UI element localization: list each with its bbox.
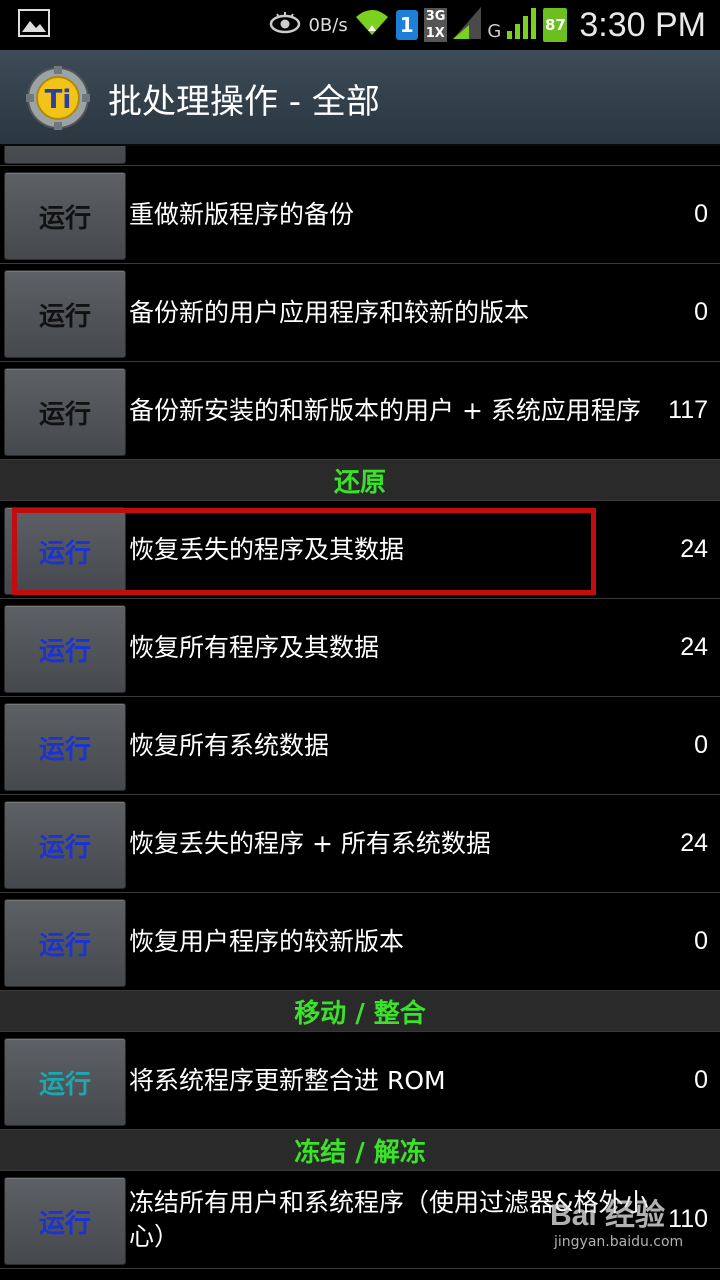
action-label: 备份新安装的和新版本的用户 + 系统应用程序 xyxy=(129,395,641,425)
titanium-backup-logo-icon[interactable]: Ti xyxy=(26,66,90,134)
item-count: 117 xyxy=(668,396,708,424)
signal-icon-2 xyxy=(507,7,537,43)
batch-actions-list: 运行 运行 重做新版程序的备份 0 运行 备份新的用户应用程序和较新的版本 0 … xyxy=(0,146,720,1269)
run-button[interactable]: 运行 xyxy=(4,172,126,260)
section-header-freeze: 冻结 / 解冻 xyxy=(0,1130,720,1171)
list-item: 运行 恢复用户程序的较新版本 0 xyxy=(0,893,720,991)
action-bar: Ti 批处理操作 - 全部 xyxy=(0,50,720,146)
run-button[interactable]: 运行 xyxy=(4,146,126,164)
action-label: 恢复丢失的程序及其数据 xyxy=(129,534,405,564)
signal-icon-1 xyxy=(453,7,482,43)
list-item: 运行 重做新版程序的备份 0 xyxy=(0,166,720,264)
section-header-restore: 还原 xyxy=(0,460,720,501)
page-title: 批处理操作 - 全部 xyxy=(108,82,380,122)
list-item: 运行 恢复丢失的程序及其数据 24 xyxy=(0,501,720,599)
list-item: 运行 恢复所有系统数据 0 xyxy=(0,697,720,795)
wifi-icon xyxy=(354,7,390,43)
item-count: 0 xyxy=(694,200,708,228)
list-item: 运行 恢复丢失的程序 + 所有系统数据 24 xyxy=(0,795,720,893)
item-count: 0 xyxy=(694,927,708,955)
action-label: 重做新版程序的备份 xyxy=(129,199,355,229)
run-button[interactable]: 运行 xyxy=(4,899,126,987)
status-bar: 0B/s 1 3G 1X G 87 3:30 PM xyxy=(0,0,720,50)
item-count: 24 xyxy=(680,535,708,563)
list-item: 运行 将系统程序更新整合进 ROM 0 xyxy=(0,1032,720,1130)
list-item: 运行 xyxy=(0,146,720,166)
section-header-move: 移动 / 整合 xyxy=(0,991,720,1032)
action-label: 备份新的用户应用程序和较新的版本 xyxy=(129,297,530,327)
item-count: 0 xyxy=(694,298,708,326)
action-label: 恢复所有系统数据 xyxy=(129,730,330,760)
run-button[interactable]: 运行 xyxy=(4,270,126,358)
item-count: 24 xyxy=(680,829,708,857)
action-label: 恢复用户程序的较新版本 xyxy=(129,926,405,956)
run-button[interactable]: 运行 xyxy=(4,1177,126,1265)
action-label: 恢复所有程序及其数据 xyxy=(129,632,380,662)
gallery-notification-icon xyxy=(18,9,50,41)
run-button[interactable]: 运行 xyxy=(4,605,126,693)
watermark-url: jingyan.baidu.com xyxy=(554,1234,684,1250)
run-button[interactable]: 运行 xyxy=(4,703,126,791)
network-type: 3G 1X xyxy=(423,8,448,42)
data-rate: 0B/s xyxy=(308,14,348,36)
list-item: 运行 恢复所有程序及其数据 24 xyxy=(0,599,720,697)
clock: 3:30 PM xyxy=(579,5,706,44)
run-button[interactable]: 运行 xyxy=(4,368,126,456)
item-count: 24 xyxy=(680,633,708,661)
action-label: 将系统程序更新整合进 ROM xyxy=(129,1065,446,1095)
sim-indicator: 1 xyxy=(395,10,418,40)
list-item: 运行 备份新安装的和新版本的用户 + 系统应用程序 117 xyxy=(0,362,720,460)
run-button[interactable]: 运行 xyxy=(4,801,126,889)
run-button[interactable]: 运行 xyxy=(4,1038,126,1126)
eye-icon xyxy=(268,11,302,39)
baidu-jingyan-watermark: Bai 经验 jingyan.baidu.com xyxy=(550,1190,683,1250)
action-label: 恢复丢失的程序 + 所有系统数据 xyxy=(129,828,491,858)
battery-indicator: 87 xyxy=(543,8,568,42)
item-count: 0 xyxy=(694,1066,708,1094)
network-g: G xyxy=(487,20,502,42)
item-count: 0 xyxy=(694,731,708,759)
run-button[interactable]: 运行 xyxy=(4,507,126,595)
watermark-logo: Bai 经验 xyxy=(550,1199,666,1232)
svg-text:Ti: Ti xyxy=(45,85,72,115)
list-item: 运行 备份新的用户应用程序和较新的版本 0 xyxy=(0,264,720,362)
